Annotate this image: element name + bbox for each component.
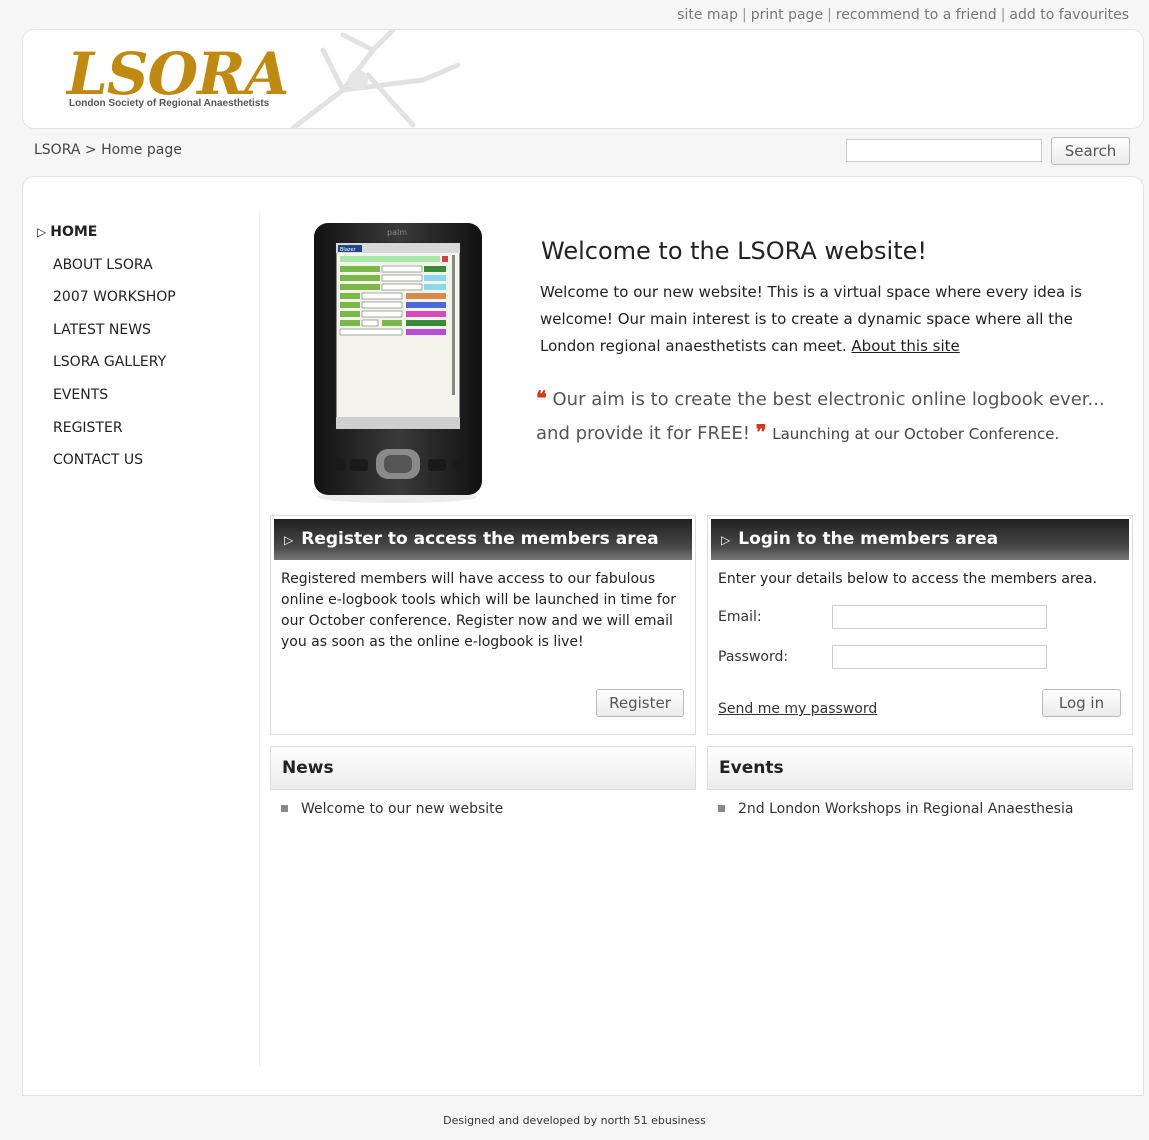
nav-item-home[interactable]: ▷ HOME <box>37 222 176 255</box>
chevron-right-icon: ▷ <box>721 533 731 547</box>
nav-item-about[interactable]: ABOUT LSORA <box>37 255 176 288</box>
welcome-paragraph: Welcome to our new website! This is a vi… <box>540 283 1082 355</box>
news-item-label: Welcome to our new website <box>301 801 504 817</box>
chevron-right-icon: ▷ <box>37 225 47 239</box>
register-panel-header: ▷ Register to access the members area <box>274 519 692 560</box>
add-favourites-link[interactable]: add to favourites <box>1009 7 1129 23</box>
login-panel-header: ▷ Login to the members area <box>711 519 1129 560</box>
login-panel-title: Login to the members area <box>738 529 999 549</box>
search-input[interactable] <box>846 139 1042 162</box>
bullet-icon <box>281 804 288 812</box>
welcome-title: Welcome to the LSORA website! <box>541 237 927 265</box>
breadcrumb: LSORA > Home page <box>34 142 182 158</box>
nav-item-gallery[interactable]: LSORA GALLERY <box>37 352 176 385</box>
nav-item-2007-workshop[interactable]: 2007 WORKSHOP <box>37 287 176 320</box>
pda-device-image: palm Blazer <box>314 223 482 503</box>
logo-subtitle: London Society of Regional Anaesthetists <box>69 98 270 109</box>
password-label: Password: <box>718 649 789 665</box>
event-item-label: 2nd London Workshops in Regional Anaesth… <box>738 801 1074 817</box>
print-page-link[interactable]: print page <box>751 7 823 23</box>
events-header: Events <box>707 746 1133 790</box>
login-intro: Enter your details below to access the m… <box>718 571 1098 587</box>
event-item[interactable]: 2nd London Workshops in Regional Anaesth… <box>718 801 1073 817</box>
recommend-link[interactable]: recommend to a friend <box>836 7 997 23</box>
bullet-icon <box>718 804 725 812</box>
footer-credit: Designed and developed by north 51 ebusi… <box>443 1114 706 1127</box>
register-panel: ▷ Register to access the members area Reg… <box>270 515 696 735</box>
search-button[interactable]: Search <box>1051 137 1130 165</box>
login-button[interactable]: Log in <box>1042 689 1121 717</box>
nav-item-register[interactable]: REGISTER <box>37 418 176 451</box>
sidebar-divider <box>259 212 260 1066</box>
news-item[interactable]: Welcome to our new website <box>281 801 503 817</box>
register-panel-title: Register to access the members area <box>301 529 659 549</box>
open-quote-icon: ❝ <box>536 386 547 410</box>
register-panel-text: Registered members will have access to o… <box>281 571 677 650</box>
send-password-link[interactable]: Send me my password <box>718 701 877 717</box>
quote-block: ❝ Our aim is to create the best electron… <box>536 382 1126 451</box>
nav-item-label: HOME <box>50 224 98 240</box>
login-panel: ▷ Login to the members area Enter your de… <box>707 515 1133 735</box>
email-label: Email: <box>718 609 762 625</box>
welcome-text: Welcome to our new website! This is a vi… <box>540 279 1100 360</box>
quote-launch-note: Launching at our October Conference. <box>772 425 1060 443</box>
nav-item-events[interactable]: EVENTS <box>37 385 176 418</box>
sidebar-nav: ▷ HOME ABOUT LSORA 2007 WORKSHOP LATEST N… <box>37 222 176 483</box>
lsora-logo[interactable]: LSORA London Society of Regional Anaesth… <box>67 40 289 109</box>
top-links: site map | print page | recommend to a frien… <box>677 7 1129 23</box>
neuron-graphic <box>290 30 461 128</box>
about-site-link[interactable]: About this site <box>851 337 959 355</box>
site-header: LSORA London Society of Regional Anaesth… <box>22 29 1144 129</box>
email-field[interactable] <box>832 605 1047 629</box>
main-content: ▷ HOME ABOUT LSORA 2007 WORKSHOP LATEST N… <box>22 176 1144 1096</box>
register-button[interactable]: Register <box>596 689 684 717</box>
password-field[interactable] <box>832 645 1047 669</box>
close-quote-icon: ❞ <box>755 420 767 444</box>
nav-item-contact[interactable]: CONTACT US <box>37 450 176 483</box>
logo-wordmark: LSORA <box>67 40 289 108</box>
device-app-name: Blazer <box>340 247 357 253</box>
device-brand: palm <box>387 228 407 237</box>
chevron-right-icon: ▷ <box>284 533 294 547</box>
news-header: News <box>270 746 696 790</box>
nav-item-latest-news[interactable]: LATEST NEWS <box>37 320 176 353</box>
site-map-link[interactable]: site map <box>677 7 738 23</box>
